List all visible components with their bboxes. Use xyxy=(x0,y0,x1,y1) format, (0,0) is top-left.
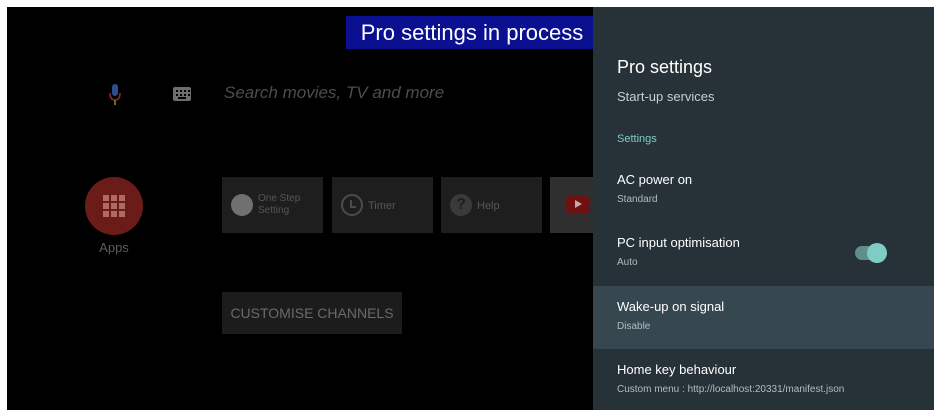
tile-timer[interactable]: Timer xyxy=(332,177,433,233)
item-title: PC input optimisation xyxy=(617,235,740,250)
apps-grid-icon xyxy=(103,195,125,217)
item-subtitle: Custom menu : http://localhost:20331/man… xyxy=(617,384,845,395)
customise-channels-button[interactable]: CUSTOMISE CHANNELS xyxy=(222,292,402,334)
status-banner: Pro settings in process xyxy=(346,16,598,49)
timer-icon xyxy=(341,194,363,216)
item-subtitle: Auto xyxy=(617,257,638,268)
item-title: Home key behaviour xyxy=(617,362,737,377)
settings-item-home-key-behaviour[interactable]: Home key behaviour Custom menu : http://… xyxy=(593,349,934,410)
tile-label: One Step Setting xyxy=(258,193,301,216)
pc-input-optimisation-toggle[interactable] xyxy=(855,243,887,263)
tile-label: Timer xyxy=(368,200,396,212)
item-title: AC power on xyxy=(617,172,693,187)
tile-label: Help xyxy=(477,200,500,212)
tile-help[interactable]: ? Help xyxy=(441,177,542,233)
settings-item-pc-input-optimisation[interactable]: PC input optimisation Auto xyxy=(593,222,934,285)
microphone-icon[interactable] xyxy=(108,82,122,108)
panel-header: Pro settings xyxy=(593,7,934,92)
toggle-knob xyxy=(867,243,887,263)
item-title: Wake-up on signal xyxy=(617,299,725,314)
wrench-icon xyxy=(231,194,253,216)
item-subtitle: Disable xyxy=(617,321,651,332)
keyboard-icon[interactable] xyxy=(173,87,191,101)
youtube-icon xyxy=(566,196,590,213)
search-placeholder[interactable]: Search movies, TV and more xyxy=(224,83,444,103)
apps-label: Apps xyxy=(99,240,129,255)
tv-screen: Search movies, TV and more Apps One Step… xyxy=(7,7,934,410)
pro-settings-panel: Start-up services Pro settings Settings … xyxy=(593,7,934,410)
apps-button[interactable] xyxy=(85,177,143,235)
settings-item-ac-power-on[interactable]: AC power on Standard xyxy=(593,159,934,222)
section-header: Settings xyxy=(617,133,657,145)
panel-title: Pro settings xyxy=(617,57,713,77)
settings-item-wake-up-on-signal[interactable]: Wake-up on signal Disable xyxy=(593,286,934,349)
help-icon: ? xyxy=(450,194,472,216)
item-subtitle: Standard xyxy=(617,194,658,205)
tile-one-step-setting[interactable]: One Step Setting xyxy=(222,177,323,233)
